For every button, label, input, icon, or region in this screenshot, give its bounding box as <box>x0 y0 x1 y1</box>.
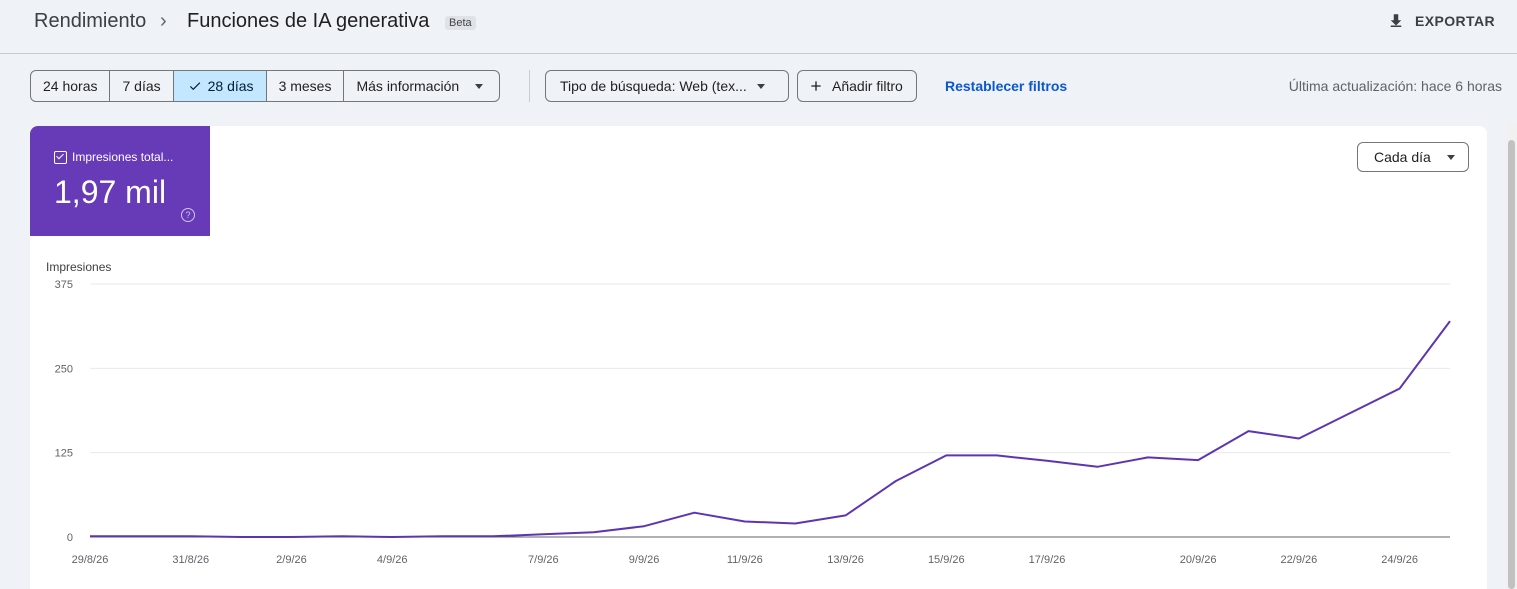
range-7d-button[interactable]: 7 días <box>110 71 174 101</box>
caret-down-icon <box>756 83 765 89</box>
export-label: EXPORTAR <box>1415 13 1495 29</box>
check-icon <box>189 82 200 91</box>
x-tick-label: 20/9/26 <box>1180 554 1217 566</box>
y-axis-label: Impresiones <box>46 260 111 274</box>
x-tick-label: 17/9/26 <box>1029 554 1066 566</box>
series-line-impressions <box>90 320 1451 538</box>
range-label: Más información <box>356 78 460 94</box>
more-info-dropdown[interactable]: Más información <box>344 71 499 101</box>
range-label: 7 días <box>122 78 161 94</box>
chart-card: Impresiones total... 1,97 mil ? Cada día… <box>30 126 1487 589</box>
range-28d-button[interactable]: 28 días <box>173 71 267 101</box>
y-tick-label: 250 <box>55 363 73 375</box>
page-header: Rendimiento › Funciones de IA generativa… <box>0 0 1517 54</box>
x-tick-label: 11/9/26 <box>727 554 763 566</box>
x-tick-label: 13/9/26 <box>827 554 864 566</box>
x-tick-label: 29/8/26 <box>72 554 109 566</box>
plus-icon <box>811 81 821 91</box>
page-title: Funciones de IA generativa <box>187 10 430 32</box>
beta-badge: Beta <box>445 16 476 30</box>
impressions-line-chart: Impresiones 375 250 125 0 29/8/26 31/8/26 2/9/2… <box>46 260 1451 566</box>
y-tick-label: 0 <box>67 532 73 544</box>
range-label: 24 horas <box>43 78 98 94</box>
x-tick-label: 15/9/26 <box>928 554 965 566</box>
y-tick-label: 375 <box>55 279 73 291</box>
x-tick-label: 2/9/26 <box>276 554 307 566</box>
x-tick-label: 4/9/26 <box>377 554 408 566</box>
toolbar-divider <box>529 70 530 102</box>
add-filter-button[interactable]: Añadir filtro <box>797 70 917 102</box>
chevron-right-icon: › <box>160 10 167 32</box>
download-icon <box>1390 14 1402 27</box>
range-3m-button[interactable]: 3 meses <box>267 71 345 101</box>
x-tick-label: 7/9/26 <box>528 554 559 566</box>
y-tick-label: 125 <box>55 448 73 460</box>
filter-toolbar: 24 horas 7 días 28 días 3 meses Más info… <box>30 70 1505 102</box>
export-button[interactable]: EXPORTAR <box>1387 12 1495 30</box>
range-24h-button[interactable]: 24 horas <box>31 71 111 101</box>
scrollbar-thumb[interactable] <box>1508 140 1515 589</box>
date-range-selector: 24 horas 7 días 28 días 3 meses Más info… <box>30 70 501 102</box>
x-tick-label: 22/9/26 <box>1281 554 1318 566</box>
search-type-dropdown[interactable]: Tipo de búsqueda: Web (tex... <box>545 70 789 102</box>
last-update-text: Última actualización: hace 6 horas <box>1288 78 1502 94</box>
x-tick-label: 31/8/26 <box>172 554 209 566</box>
breadcrumb-parent[interactable]: Rendimiento <box>34 10 146 33</box>
x-tick-label: 9/9/26 <box>629 554 660 566</box>
range-label: 28 días <box>207 78 254 94</box>
reset-filters-link[interactable]: Restablecer filtros <box>945 78 1067 94</box>
caret-down-icon <box>475 83 484 89</box>
add-filter-label: Añadir filtro <box>832 78 903 94</box>
x-tick-label: 24/9/26 <box>1381 554 1418 566</box>
range-label: 3 meses <box>278 78 332 94</box>
search-type-label: Tipo de búsqueda: Web (tex... <box>560 78 747 94</box>
